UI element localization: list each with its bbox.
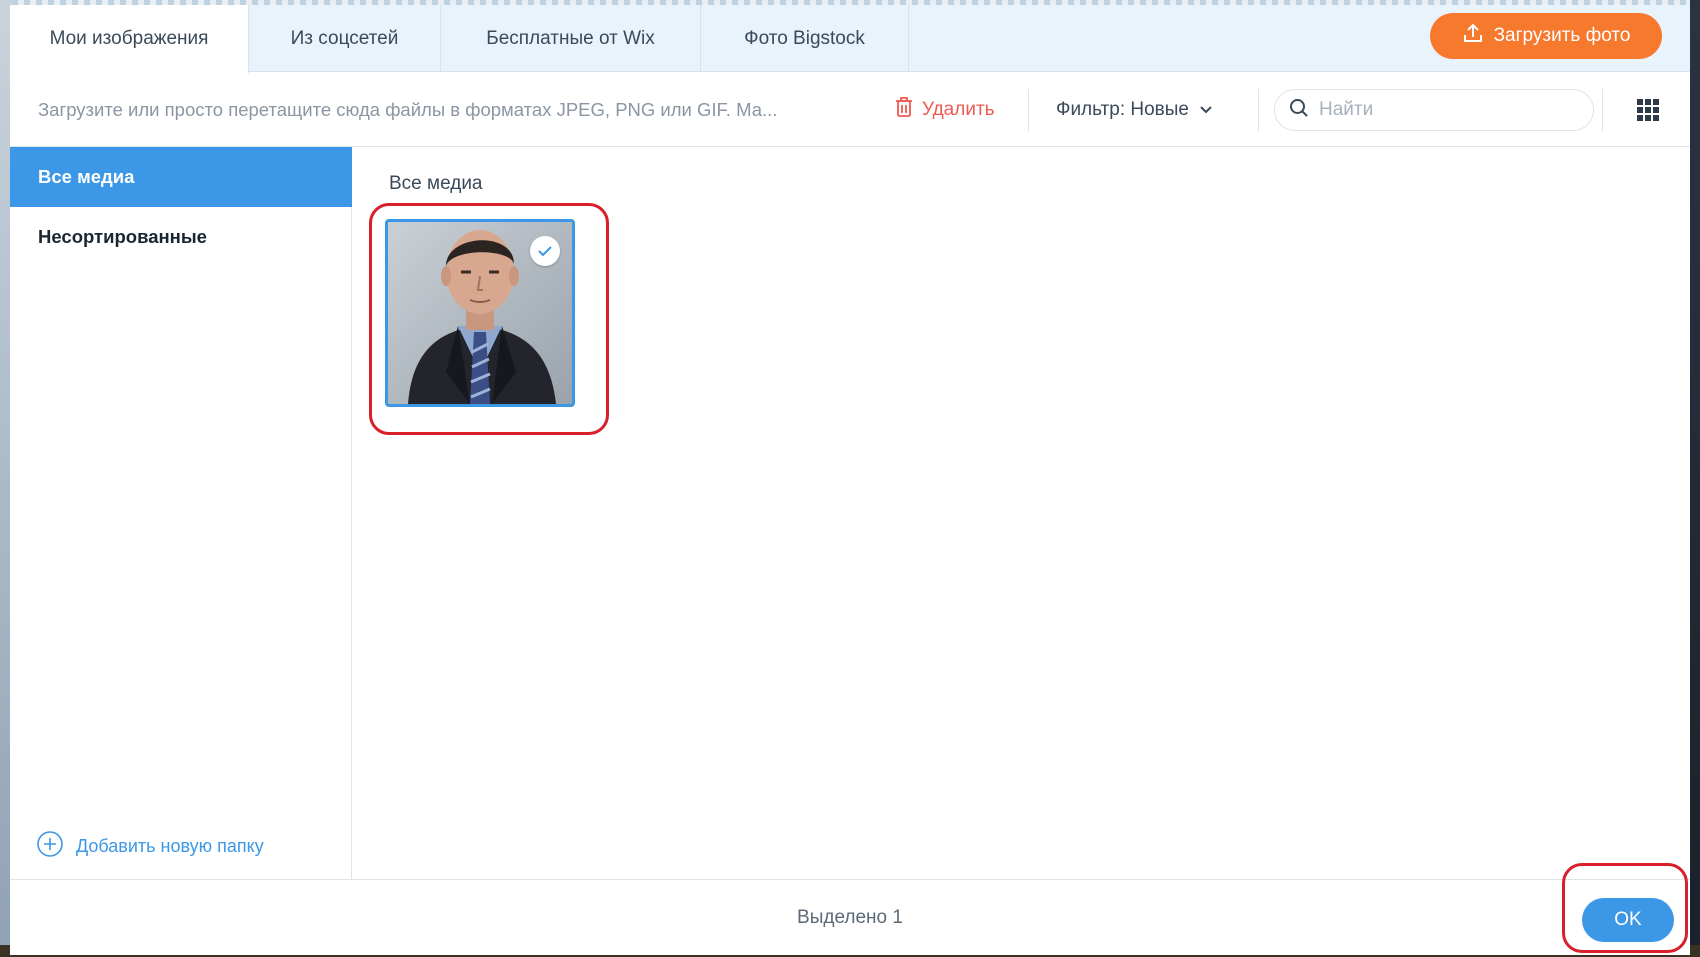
tab-my-images[interactable]: Мои изображения [10,5,249,73]
trash-icon [894,96,914,124]
add-folder-button[interactable]: Добавить новую папку [36,830,264,863]
toolbar-divider [1028,89,1029,131]
toolbar: Загрузите или просто перетащите сюда фай… [10,73,1690,147]
section-title: Все медиа [389,173,483,194]
desktop-background-right [1690,0,1700,957]
tab-bar: Мои изображения Из соцсетей Бесплатные о… [10,5,1690,73]
toolbar-divider [1258,89,1259,131]
grid-view-icon[interactable] [1637,99,1659,121]
upload-hint-text: Загрузите или просто перетащите сюда фай… [38,99,778,120]
selected-check-icon[interactable] [530,236,560,266]
add-folder-label: Добавить новую папку [76,836,264,856]
dialog-footer: Выделено 1 OK [10,879,1690,955]
media-grid-area: Все медиа [353,147,1690,879]
search-box [1274,89,1594,131]
folders-sidebar: Все медиа Несортированные Добавить новую… [10,147,352,879]
selected-count-text: Выделено 1 [797,907,903,928]
delete-label: Удалить [922,99,995,120]
filter-dropdown[interactable]: Фильтр: Новые [1056,73,1213,147]
sidebar-item-unsorted[interactable]: Несортированные [10,207,352,267]
chevron-down-icon [1199,99,1213,121]
tab-free-from-wix[interactable]: Бесплатные от Wix [441,5,701,72]
media-thumbnail[interactable] [385,219,575,407]
tab-social[interactable]: Из соцсетей [249,5,441,72]
toolbar-divider [1602,89,1603,131]
filter-label: Фильтр: Новые [1056,99,1189,120]
tab-bigstock[interactable]: Фото Bigstock [701,5,909,72]
upload-icon [1462,22,1484,50]
search-icon [1289,98,1309,123]
search-input[interactable] [1319,99,1569,121]
plus-circle-icon [36,830,64,863]
upload-photo-label: Загрузить фото [1493,25,1631,46]
ok-highlight-annotation [1562,863,1688,953]
upload-photo-button[interactable]: Загрузить фото [1430,13,1662,59]
sidebar-item-all-media[interactable]: Все медиа [10,147,352,207]
media-manager-dialog: Мои изображения Из соцсетей Бесплатные о… [10,5,1690,955]
delete-button[interactable]: Удалить [894,73,995,147]
